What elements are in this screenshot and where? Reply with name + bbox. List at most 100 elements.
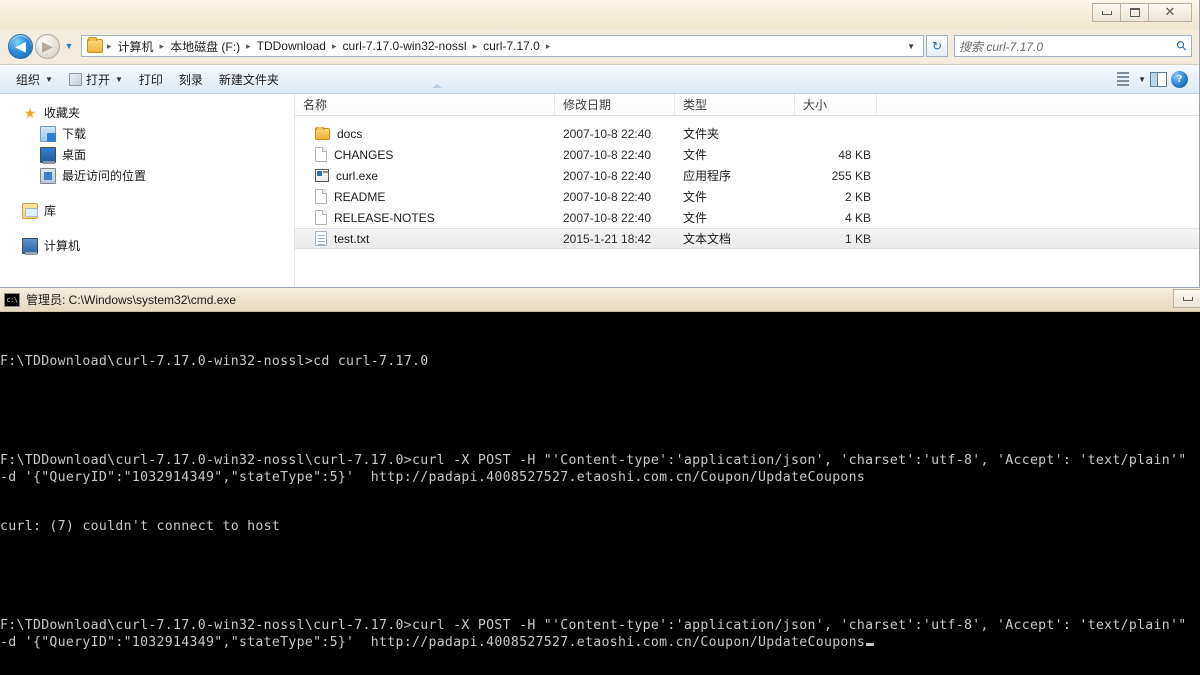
sidebar-item-label: 收藏夹	[44, 106, 81, 120]
sidebar-item-favorites[interactable]: ★ 收藏夹	[0, 102, 294, 123]
column-header-size[interactable]: 大小	[795, 93, 877, 116]
sidebar-item-label: 桌面	[62, 148, 87, 162]
downloads-icon	[40, 125, 56, 142]
file-name-cell: CHANGES	[295, 147, 555, 162]
refresh-button[interactable]: ↻	[926, 35, 948, 57]
search-placeholder: 搜索 curl-7.17.0	[959, 39, 1044, 54]
views-icon[interactable]	[1112, 72, 1130, 86]
breadcrumb-separator: ▸	[107, 40, 112, 51]
cmd-icon: c:\	[4, 292, 20, 307]
chevron-down-icon[interactable]: ▼	[1138, 75, 1146, 84]
organize-label: 组织	[16, 72, 41, 87]
breadcrumb-item-2[interactable]: TDDownload	[253, 37, 330, 55]
console-line-with-cursor: F:\TDDownload\curl-7.17.0-win32-nossl\cu…	[0, 618, 1200, 651]
cmd-title-text: 管理员: C:\Windows\system32\cmd.exe	[26, 293, 237, 307]
cmd-console-output[interactable]: F:\TDDownload\curl-7.17.0-win32-nossl>cd…	[0, 312, 1200, 675]
file-size-cell: 4 KB	[844, 210, 871, 225]
breadcrumb-separator-trailing[interactable]: ▸	[544, 41, 553, 52]
breadcrumb-separator: ▸	[472, 40, 478, 51]
minimize-button[interactable]	[1092, 3, 1121, 22]
forward-arrow-icon: ▶	[42, 37, 53, 54]
sidebar-item-downloads[interactable]: 下载	[0, 123, 294, 144]
breadcrumb-item-1[interactable]: 本地磁盘 (F:)	[166, 36, 244, 57]
cmd-title-bar[interactable]: c:\ 管理员: C:\Windows\system32\cmd.exe	[0, 288, 1200, 312]
console-line: F:\TDDownload\curl-7.17.0-win32-nossl\cu…	[0, 453, 1195, 485]
console-line: F:\TDDownload\curl-7.17.0-win32-nossl>cd…	[0, 354, 429, 369]
list-top-gap	[295, 116, 1199, 123]
organize-button[interactable]: 组织 ▼	[8, 67, 61, 91]
help-icon[interactable]: ?	[1171, 70, 1188, 88]
file-date-cell: 2007-10-8 22:40	[563, 210, 652, 225]
back-button[interactable]: ◀	[8, 33, 33, 59]
chevron-down-icon[interactable]: ▼	[907, 42, 921, 51]
file-name-cell: RELEASE-NOTES	[295, 210, 555, 225]
maximize-button[interactable]	[1120, 3, 1149, 22]
breadcrumb-separator: ▸	[246, 40, 251, 51]
sidebar-item-label: 下载	[62, 127, 87, 141]
table-row[interactable]: CHANGES 2007-10-8 22:40 文件 48 KB	[295, 144, 1199, 165]
file-name: README	[334, 189, 386, 204]
sidebar-item-recent-places[interactable]: 最近访问的位置	[0, 165, 294, 186]
table-row[interactable]: test.txt 2015-1-21 18:42 文本文档 1 KB	[295, 228, 1199, 249]
burn-button[interactable]: 刻录	[171, 67, 211, 91]
breadcrumb: ▸ 计算机 ▸ 本地磁盘 (F:) ▸ TDDownload ▸ curl-7.…	[105, 36, 907, 57]
explorer-window-controls: ✕	[1092, 3, 1192, 22]
explorer-window: ✕ ◀ ▶ ▼ ▸ 计算机 ▸ 本地磁盘 (F:) ▸ TDDownload ▸…	[0, 0, 1200, 288]
breadcrumb-item-4[interactable]: curl-7.17.0	[479, 37, 544, 55]
new-folder-button[interactable]: 新建文件夹	[211, 67, 287, 91]
file-date-cell: 2007-10-8 22:40	[563, 147, 652, 162]
file-type-cell: 文件	[683, 190, 708, 204]
open-button[interactable]: 打开 ▼	[61, 67, 131, 91]
open-file-icon	[68, 72, 82, 86]
sort-ascending-icon	[432, 84, 442, 88]
file-type-cell: 应用程序	[683, 169, 732, 183]
column-header-name[interactable]: 名称	[295, 93, 555, 116]
table-row[interactable]: docs 2007-10-8 22:40 文件夹	[295, 123, 1199, 144]
table-row[interactable]: README 2007-10-8 22:40 文件 2 KB	[295, 186, 1199, 207]
cmd-window: c:\ 管理员: C:\Windows\system32\cmd.exe F:\…	[0, 288, 1200, 675]
search-input[interactable]: 搜索 curl-7.17.0 ⚲	[954, 35, 1192, 57]
breadcrumb-separator: ▸	[331, 40, 337, 51]
recent-pages-button[interactable]: ▼	[62, 36, 76, 56]
file-size-cell: 2 KB	[844, 189, 871, 204]
file-name: RELEASE-NOTES	[334, 210, 435, 225]
column-header-date[interactable]: 修改日期	[555, 93, 675, 116]
file-size-cell: 255 KB	[831, 168, 871, 183]
navigation-pane: ★ 收藏夹 下载 桌面 最近访问的位置 库 计算机	[0, 94, 295, 287]
file-date-cell: 2007-10-8 22:40	[563, 189, 652, 204]
sidebar-item-label: 最近访问的位置	[62, 169, 147, 183]
cmd-minimize-button[interactable]	[1173, 289, 1200, 308]
print-button[interactable]: 打印	[131, 67, 171, 91]
preview-pane-icon[interactable]	[1150, 71, 1167, 87]
forward-button[interactable]: ▶	[35, 33, 60, 59]
table-row[interactable]: RELEASE-NOTES 2007-10-8 22:40 文件 4 KB	[295, 207, 1199, 228]
close-button[interactable]: ✕	[1148, 3, 1192, 22]
explorer-title-bar: ✕	[0, 0, 1199, 30]
file-date-cell: 2015-1-21 18:42	[563, 231, 652, 246]
breadcrumb-item-3[interactable]: curl-7.17.0-win32-nossl	[339, 37, 471, 55]
folder-icon	[87, 37, 103, 53]
breadcrumb-item-0[interactable]: 计算机	[114, 36, 158, 57]
breadcrumb-separator: ▸	[159, 40, 165, 51]
file-list-pane: 名称 修改日期 类型 大小 docs 2007-10-8 22:40 文件夹 C…	[295, 84, 1199, 287]
sidebar-item-libraries[interactable]: 库	[0, 200, 294, 221]
column-header-type[interactable]: 类型	[675, 93, 795, 116]
address-bar[interactable]: ▸ 计算机 ▸ 本地磁盘 (F:) ▸ TDDownload ▸ curl-7.…	[81, 35, 924, 57]
file-name: CHANGES	[334, 147, 394, 162]
sidebar-item-computer[interactable]: 计算机	[0, 235, 294, 256]
sidebar-item-label: 计算机	[44, 239, 81, 253]
text-file-icon	[315, 231, 327, 246]
explorer-toolbar: 组织 ▼ 打开 ▼ 打印 刻录 新建文件夹 ▼ ?	[0, 64, 1199, 94]
table-row[interactable]: curl.exe 2007-10-8 22:40 应用程序 255 KB	[295, 165, 1199, 186]
favorites-star-icon: ★	[23, 104, 37, 121]
file-name-cell: docs	[295, 126, 555, 141]
text-cursor	[866, 642, 875, 646]
file-name-cell: README	[295, 189, 555, 204]
file-name-cell: curl.exe	[295, 169, 555, 183]
sidebar-item-desktop[interactable]: 桌面	[0, 144, 294, 165]
libraries-icon	[22, 202, 38, 219]
application-icon	[315, 169, 329, 182]
